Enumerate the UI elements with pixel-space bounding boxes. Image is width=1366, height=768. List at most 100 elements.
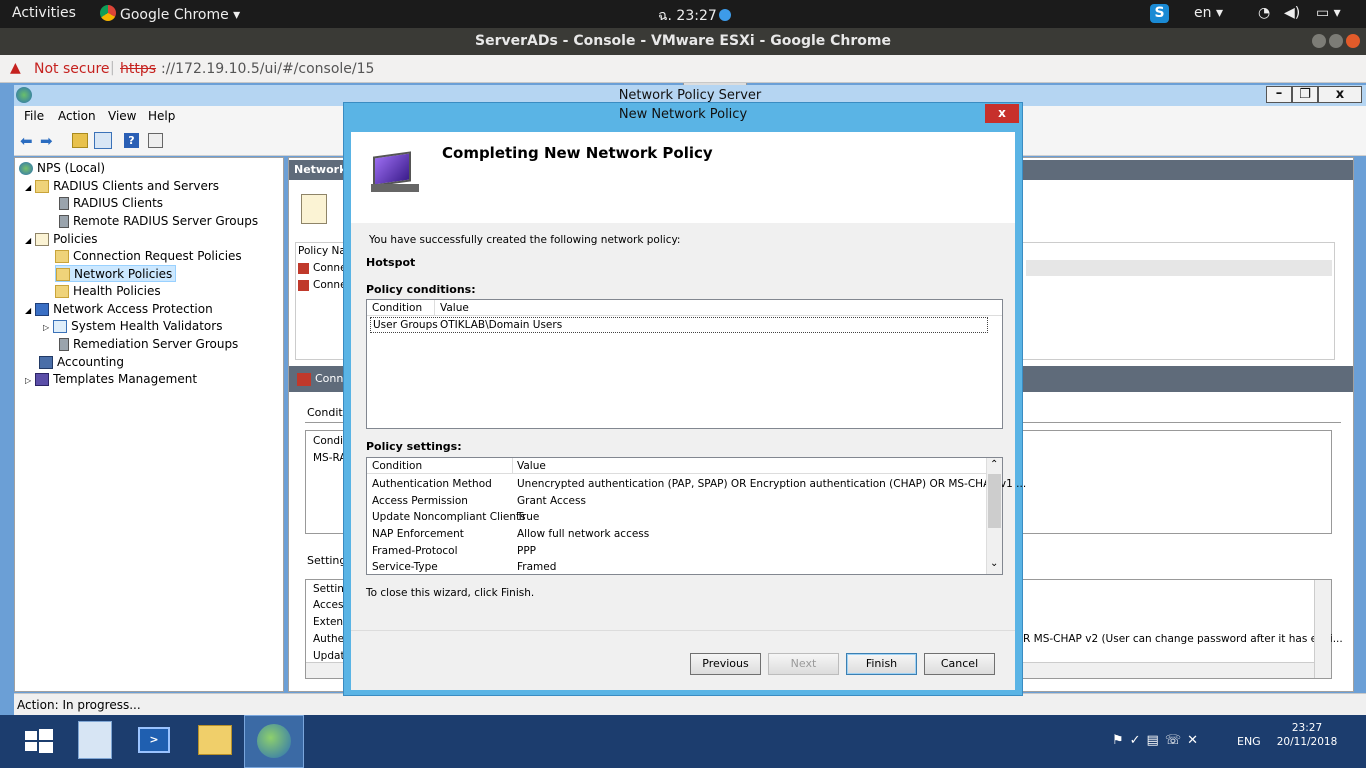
status-text: Action: In progress... bbox=[17, 698, 141, 712]
maximize-window-icon[interactable] bbox=[1329, 34, 1343, 48]
setting-name[interactable]: Framed-Protocol bbox=[372, 545, 457, 557]
not-secure-label[interactable]: Not secure bbox=[34, 61, 110, 77]
activities-button[interactable]: Activities bbox=[12, 5, 76, 21]
tree-item-templates-management[interactable]: ▷ Templates Management bbox=[25, 371, 197, 388]
menu-help[interactable]: Help bbox=[148, 109, 175, 123]
properties-icon[interactable] bbox=[148, 133, 163, 148]
settings-scrollbar[interactable]: ⌃ ⌄ bbox=[986, 458, 1002, 574]
policy-conditions-table[interactable]: Condition Value User Groups OTIKLAB\Doma… bbox=[366, 299, 1003, 429]
tree-item-health-policies[interactable]: Health Policies bbox=[55, 283, 161, 300]
selected-policy-name: Conn bbox=[315, 372, 344, 385]
tree-item-network-access-protection[interactable]: ◢ Network Access Protection bbox=[25, 301, 213, 318]
tree-item-policies[interactable]: ◢ Policies bbox=[25, 231, 98, 248]
scrollbar-thumb[interactable] bbox=[988, 474, 1001, 528]
folder-icon bbox=[35, 180, 50, 193]
skype-icon[interactable]: S bbox=[1150, 4, 1169, 23]
tray-icons[interactable]: ⚑✓▤☏✕ bbox=[1112, 733, 1204, 748]
setting-name[interactable]: Update Noncompliant Clients bbox=[372, 511, 526, 523]
file-explorer-icon[interactable] bbox=[198, 725, 232, 755]
tree-item-remote-radius-groups[interactable]: Remote RADIUS Server Groups bbox=[59, 213, 258, 230]
tree-item-radius-clients[interactable]: RADIUS Clients bbox=[59, 195, 163, 212]
tree-item-nps-local[interactable]: NPS (Local) bbox=[19, 160, 105, 177]
previous-button[interactable]: Previous bbox=[690, 653, 761, 675]
tray-language[interactable]: ENG bbox=[1237, 735, 1261, 748]
setting-value: Framed bbox=[517, 561, 557, 573]
policy-name: Hotspot bbox=[366, 256, 416, 269]
nps-restore-button[interactable]: ❐ bbox=[1292, 86, 1318, 103]
minimize-window-icon[interactable] bbox=[1312, 34, 1326, 48]
condition-column-header[interactable]: Condition bbox=[372, 302, 422, 314]
close-hint-text: To close this wizard, click Finish. bbox=[366, 587, 535, 599]
url-text[interactable]: ://172.19.10.5/ui/#/console/15 bbox=[161, 61, 374, 77]
policy-row[interactable]: Conne bbox=[298, 279, 347, 291]
battery-icon[interactable]: ▭ ▾ bbox=[1316, 5, 1341, 21]
forward-arrow-icon[interactable]: ➡ bbox=[40, 132, 53, 150]
tree-item-connection-request-policies[interactable]: Connection Request Policies bbox=[55, 248, 242, 265]
accounting-icon bbox=[39, 356, 53, 369]
show-hide-tree-icon[interactable] bbox=[94, 132, 112, 149]
setting-name[interactable]: Authentication Method bbox=[372, 478, 492, 490]
cancel-button[interactable]: Cancel bbox=[924, 653, 995, 675]
back-arrow-icon[interactable]: ⬅ bbox=[20, 132, 33, 150]
wifi-icon[interactable]: ◔ bbox=[1258, 5, 1270, 21]
next-button[interactable]: Next bbox=[768, 653, 839, 675]
collapse-arrow-icon[interactable]: ◢ bbox=[25, 183, 31, 192]
policy-row-highlight bbox=[1026, 260, 1332, 276]
chrome-icon bbox=[100, 5, 116, 21]
tree-label: Remote RADIUS Server Groups bbox=[73, 214, 259, 228]
app-menu[interactable]: Google Chrome ▾ bbox=[100, 5, 240, 23]
tree-label: Templates Management bbox=[53, 372, 198, 386]
value-column-header[interactable]: Value bbox=[517, 460, 546, 472]
policy-settings-table[interactable]: Condition Value Authentication Method Un… bbox=[366, 457, 1026, 575]
windows-start-icon[interactable] bbox=[22, 724, 56, 758]
condition-row[interactable]: User Groups OTIKLAB\Domain Users bbox=[370, 317, 988, 333]
nap-icon bbox=[35, 303, 50, 316]
tree-label: RADIUS Clients bbox=[73, 196, 164, 210]
policy-conditions-label: Policy conditions: bbox=[366, 283, 476, 296]
value-column-header[interactable]: Value bbox=[440, 302, 469, 314]
nps-close-button[interactable]: x bbox=[1318, 86, 1362, 103]
clock[interactable]: ฉ. 23:27 bbox=[658, 5, 731, 27]
menu-action[interactable]: Action bbox=[58, 109, 96, 123]
address-bar[interactable]: ▲ Not secure | https ://172.19.10.5/ui/#… bbox=[0, 55, 1366, 83]
setting-name[interactable]: NAP Enforcement bbox=[372, 528, 464, 540]
nps-minimize-button[interactable]: – bbox=[1266, 86, 1292, 103]
help-icon[interactable]: ? bbox=[124, 133, 139, 148]
dialog-close-button[interactable]: x bbox=[985, 104, 1019, 123]
condition-row[interactable]: MS-RA bbox=[313, 452, 347, 464]
expand-arrow-icon[interactable]: ▷ bbox=[43, 323, 49, 332]
tree-item-accounting[interactable]: Accounting bbox=[39, 354, 124, 371]
expand-arrow-icon[interactable]: ▷ bbox=[25, 376, 31, 385]
tree-item-remediation-server-groups[interactable]: Remediation Server Groups bbox=[59, 336, 238, 353]
finish-button[interactable]: Finish bbox=[846, 653, 917, 675]
tree-item-radius-clients-servers[interactable]: ◢ RADIUS Clients and Servers bbox=[25, 178, 219, 195]
network-policy-folder-icon bbox=[56, 268, 70, 281]
menu-file[interactable]: File bbox=[24, 109, 44, 123]
up-folder-icon[interactable] bbox=[72, 133, 88, 148]
settings-vertical-scrollbar[interactable] bbox=[1314, 580, 1331, 678]
window-controls bbox=[1312, 34, 1360, 48]
collapse-arrow-icon[interactable]: ◢ bbox=[25, 306, 31, 315]
condition-name: User Groups bbox=[373, 319, 438, 331]
menu-view[interactable]: View bbox=[108, 109, 136, 123]
condition-column-header[interactable]: Condition bbox=[372, 460, 422, 472]
settings-row-value: R MS-CHAP v2 (User can change password a… bbox=[1023, 633, 1343, 645]
scroll-down-icon[interactable]: ⌄ bbox=[990, 558, 998, 569]
policy-document-icon bbox=[35, 233, 50, 246]
setting-name[interactable]: Access Permission bbox=[372, 495, 468, 507]
tray-clock[interactable]: 23:27 20/11/2018 bbox=[1276, 721, 1338, 749]
server-manager-icon[interactable] bbox=[78, 721, 112, 759]
nps-taskbar-button[interactable] bbox=[244, 715, 304, 768]
warning-icon[interactable]: ▲ bbox=[10, 60, 21, 76]
tree-item-system-health-validators[interactable]: ▷ System Health Validators bbox=[43, 318, 222, 335]
volume-icon[interactable]: ◀) bbox=[1284, 5, 1300, 21]
tree-item-network-policies[interactable]: Network Policies bbox=[55, 265, 177, 282]
window-title-text: ServerADs - Console - VMware ESXi - Goog… bbox=[474, 33, 891, 49]
powershell-icon[interactable]: > bbox=[138, 727, 170, 753]
scroll-up-icon[interactable]: ⌃ bbox=[990, 459, 998, 470]
policy-row[interactable]: Conne bbox=[298, 262, 347, 274]
collapse-arrow-icon[interactable]: ◢ bbox=[25, 236, 31, 245]
close-window-icon[interactable] bbox=[1346, 34, 1360, 48]
language-menu[interactable]: en ▾ bbox=[1194, 5, 1223, 21]
setting-name[interactable]: Service-Type bbox=[372, 561, 438, 573]
